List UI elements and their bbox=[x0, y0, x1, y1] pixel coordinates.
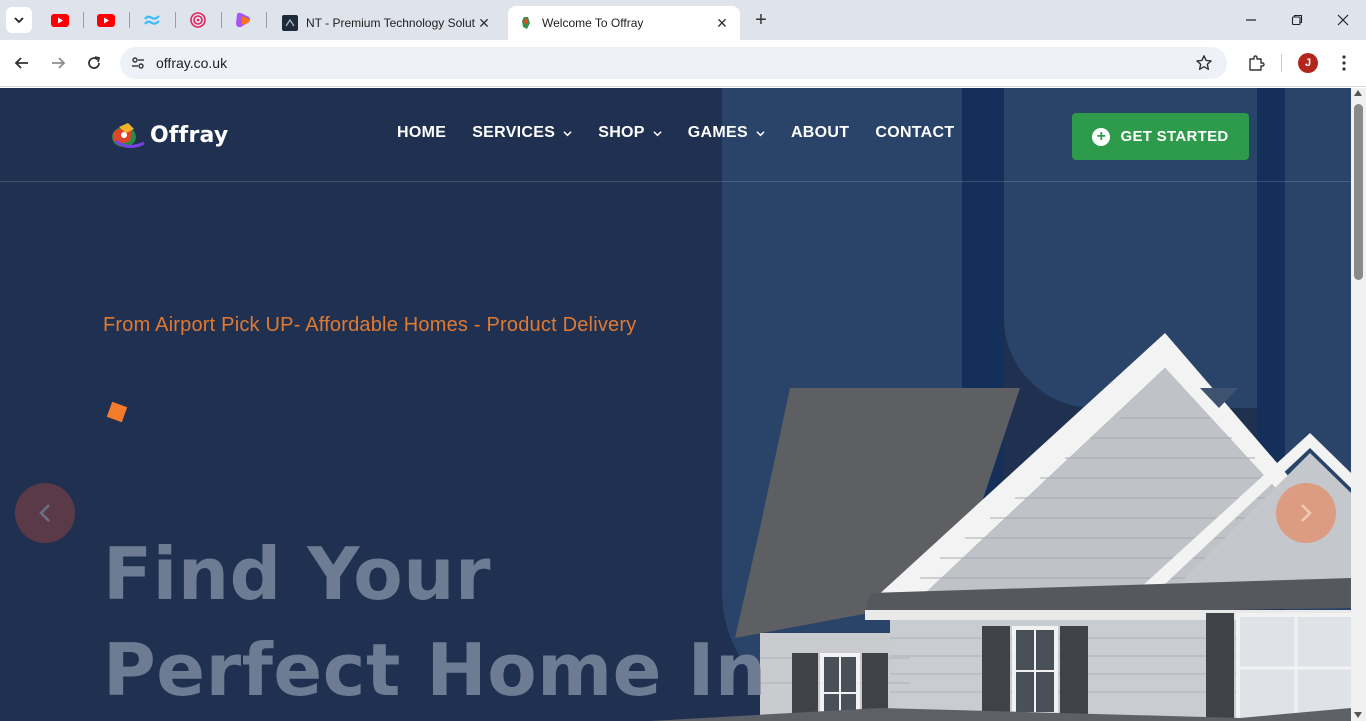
tab-close-icon[interactable]: ✕ bbox=[476, 15, 492, 31]
arrow-left-icon bbox=[14, 57, 28, 69]
pinned-tab-spiral[interactable] bbox=[187, 9, 209, 31]
profile-avatar[interactable]: J bbox=[1298, 53, 1318, 73]
nav-item-label: SHOP bbox=[598, 124, 645, 141]
site-info-icon[interactable] bbox=[120, 55, 156, 71]
tab-separator bbox=[221, 12, 222, 28]
tailwind-icon bbox=[144, 15, 160, 25]
extensions-button[interactable] bbox=[1242, 49, 1270, 77]
spiral-icon bbox=[190, 12, 206, 28]
nav-item-shop[interactable]: SHOP bbox=[598, 124, 662, 142]
tab-title: NT - Premium Technology Solut bbox=[306, 16, 475, 30]
get-started-button[interactable]: + GET STARTED bbox=[1072, 113, 1249, 160]
browser-menu-button[interactable] bbox=[1332, 49, 1356, 77]
hero-title-line-1: Find Your bbox=[103, 532, 491, 616]
youtube-icon bbox=[51, 13, 69, 27]
bookmark-star-icon[interactable] bbox=[1195, 54, 1213, 77]
brand-name: Offray bbox=[150, 122, 229, 148]
tab-title: Welcome To Offray bbox=[542, 16, 644, 30]
tab-close-icon[interactable]: ✕ bbox=[714, 15, 730, 31]
tab-search-button[interactable] bbox=[6, 7, 32, 33]
slider-prev-button[interactable] bbox=[15, 483, 75, 543]
new-tab-button[interactable]: + bbox=[750, 9, 772, 31]
scrollbar-thumb[interactable] bbox=[1354, 104, 1363, 280]
nav-item-label: HOME bbox=[397, 124, 447, 141]
close-window-button[interactable] bbox=[1320, 6, 1366, 34]
offray-favicon-icon bbox=[522, 17, 530, 29]
browser-toolbar: offray.co.uk J bbox=[0, 40, 1366, 87]
close-icon bbox=[1337, 14, 1349, 26]
tab-separator bbox=[129, 12, 130, 28]
browser-tab-bar: NT - Premium Technology Solut ✕ Welcome … bbox=[0, 0, 1366, 40]
chevron-down-icon bbox=[14, 17, 24, 24]
slider-next-button[interactable] bbox=[1276, 483, 1336, 543]
nav-item-contact[interactable]: CONTACT bbox=[875, 124, 954, 142]
heart-app-icon bbox=[236, 12, 250, 28]
chevron-right-icon bbox=[1301, 504, 1312, 522]
hero-title-line-2: Perfect Home In bbox=[103, 628, 767, 712]
plus-circle-icon: + bbox=[1092, 127, 1111, 146]
minimize-button[interactable] bbox=[1228, 6, 1274, 34]
tab-separator bbox=[175, 12, 176, 28]
more-vertical-icon bbox=[1342, 55, 1346, 71]
nav-item-label: SERVICES bbox=[472, 124, 556, 141]
toolbar-separator bbox=[1281, 54, 1282, 72]
pinned-tab-heart-app[interactable] bbox=[232, 9, 254, 31]
forward-button[interactable] bbox=[44, 49, 72, 77]
back-button[interactable] bbox=[8, 49, 36, 77]
puzzle-icon bbox=[1249, 55, 1265, 71]
arrow-right-icon bbox=[52, 57, 66, 69]
restore-button[interactable] bbox=[1274, 6, 1320, 34]
tab-offray[interactable]: Welcome To Offray ✕ bbox=[508, 6, 740, 40]
youtube-icon bbox=[97, 13, 115, 27]
tab-nt-premium[interactable]: NT - Premium Technology Solut ✕ bbox=[272, 6, 502, 40]
tab-separator bbox=[83, 12, 84, 28]
nav-item-label: CONTACT bbox=[875, 124, 955, 141]
chevron-down-icon bbox=[653, 130, 662, 136]
tab-separator bbox=[266, 12, 267, 28]
address-bar[interactable]: offray.co.uk bbox=[120, 47, 1227, 79]
page-scrollbar[interactable] bbox=[1351, 88, 1366, 721]
pinned-tab-youtube-2[interactable] bbox=[95, 9, 117, 31]
nav-item-label: ABOUT bbox=[790, 124, 850, 141]
nav-item-home[interactable]: HOME bbox=[397, 124, 446, 142]
nav-item-games[interactable]: GAMES bbox=[688, 124, 765, 142]
chevron-down-icon bbox=[756, 130, 765, 136]
reload-button[interactable] bbox=[80, 49, 108, 77]
main-navigation: HOME SERVICES SHOP GAMES ABOUT CONTACT bbox=[397, 124, 980, 142]
hero-tagline: From Airport Pick UP- Affordable Homes -… bbox=[103, 314, 637, 336]
nt-favicon-icon bbox=[282, 15, 298, 31]
site-header: Offray HOME SERVICES SHOP GAMES ABOUT CO… bbox=[0, 88, 1351, 182]
restore-icon bbox=[1291, 14, 1303, 26]
decorative-square bbox=[106, 401, 128, 423]
chevron-left-icon bbox=[39, 504, 50, 522]
nav-item-services[interactable]: SERVICES bbox=[472, 124, 572, 142]
minimize-icon bbox=[1246, 19, 1256, 21]
chevron-down-icon bbox=[563, 130, 572, 136]
site-logo[interactable]: Offray bbox=[110, 121, 228, 149]
scroll-up-arrow-icon[interactable] bbox=[1354, 90, 1362, 96]
get-started-label: GET STARTED bbox=[1120, 128, 1229, 145]
nav-item-label: GAMES bbox=[687, 124, 748, 141]
pinned-tab-youtube-1[interactable] bbox=[49, 9, 71, 31]
hero-title: Find Your Perfect Home In bbox=[103, 526, 767, 718]
reload-icon bbox=[88, 56, 101, 69]
address-url: offray.co.uk bbox=[156, 55, 228, 71]
page-viewport: Offray HOME SERVICES SHOP GAMES ABOUT CO… bbox=[0, 88, 1351, 721]
scroll-down-arrow-icon[interactable] bbox=[1354, 712, 1362, 718]
nav-item-about[interactable]: ABOUT bbox=[791, 124, 849, 142]
offray-logo-icon bbox=[112, 123, 145, 148]
pinned-tab-tailwind[interactable] bbox=[141, 9, 163, 31]
